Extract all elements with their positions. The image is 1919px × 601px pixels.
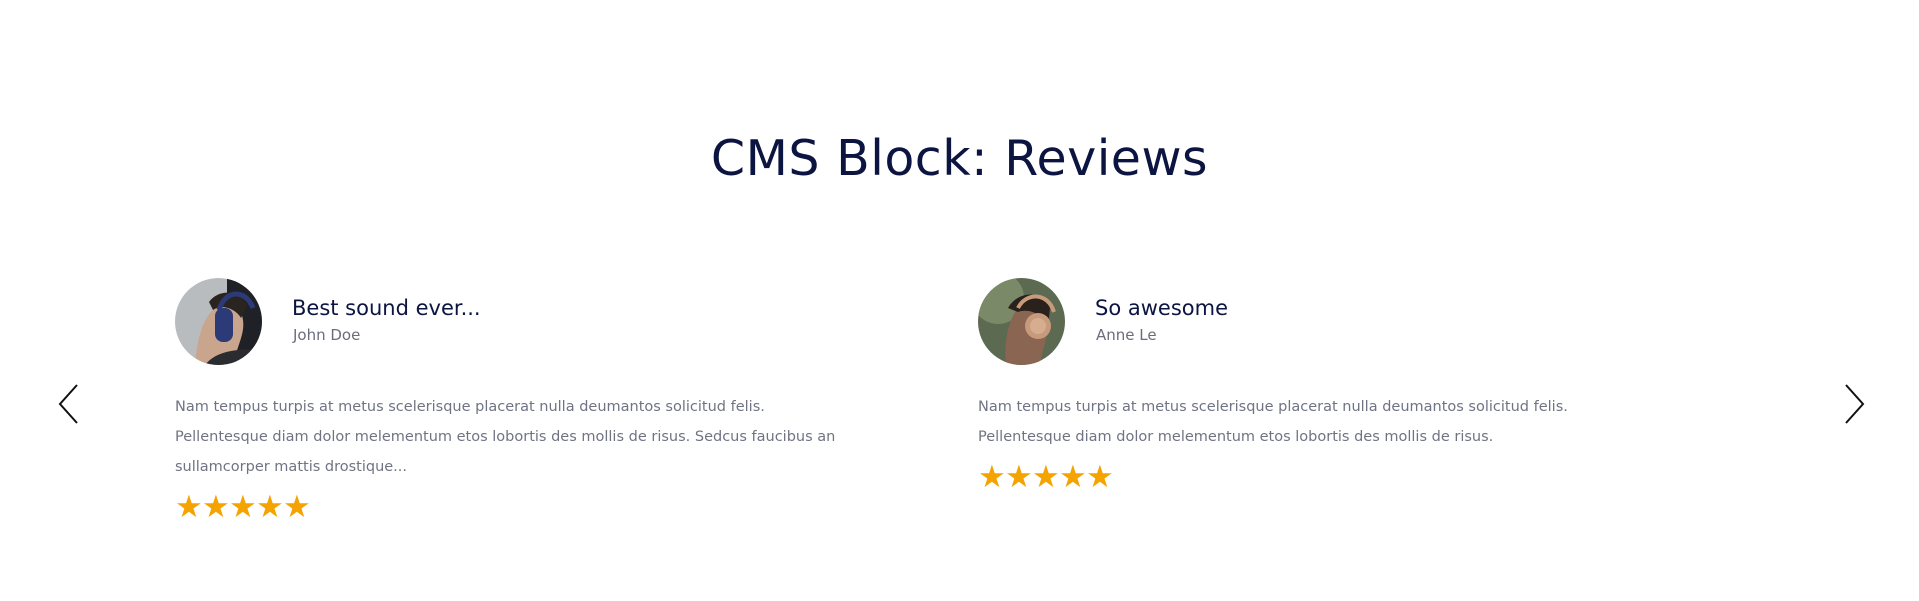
star-icon: ★ [175, 489, 203, 524]
star-icon: ★ [256, 489, 284, 524]
star-rating: ★ ★ ★ ★ ★ [175, 490, 855, 524]
prev-slide-button[interactable] [55, 381, 83, 427]
review-body: Nam tempus turpis at metus scelerisque p… [175, 399, 836, 475]
star-icon: ★ [283, 489, 311, 524]
star-icon: ★ [1059, 459, 1087, 494]
review-title: Best sound ever... [292, 296, 481, 320]
next-slide-button[interactable] [1840, 381, 1868, 427]
chevron-left-icon [58, 384, 78, 424]
avatar [175, 278, 262, 365]
avatar [978, 278, 1065, 365]
chevron-right-icon [1845, 384, 1865, 424]
review-card: So awesome Anne Le Nam tempus turpis at … [978, 278, 1658, 494]
section-title: CMS Block: Reviews [710, 130, 1209, 187]
review-title: So awesome [1095, 296, 1228, 320]
star-rating: ★ ★ ★ ★ ★ [978, 460, 1658, 494]
star-icon: ★ [978, 459, 1006, 494]
review-card: Best sound ever... John Doe Nam tempus t… [175, 278, 855, 524]
star-icon: ★ [1005, 459, 1033, 494]
star-icon: ★ [202, 489, 230, 524]
star-icon: ★ [229, 489, 257, 524]
review-body: Nam tempus turpis at metus scelerisque p… [978, 399, 1568, 445]
star-icon: ★ [1032, 459, 1060, 494]
review-author: John Doe [293, 326, 361, 344]
star-icon: ★ [1086, 459, 1114, 494]
review-author: Anne Le [1096, 326, 1157, 344]
